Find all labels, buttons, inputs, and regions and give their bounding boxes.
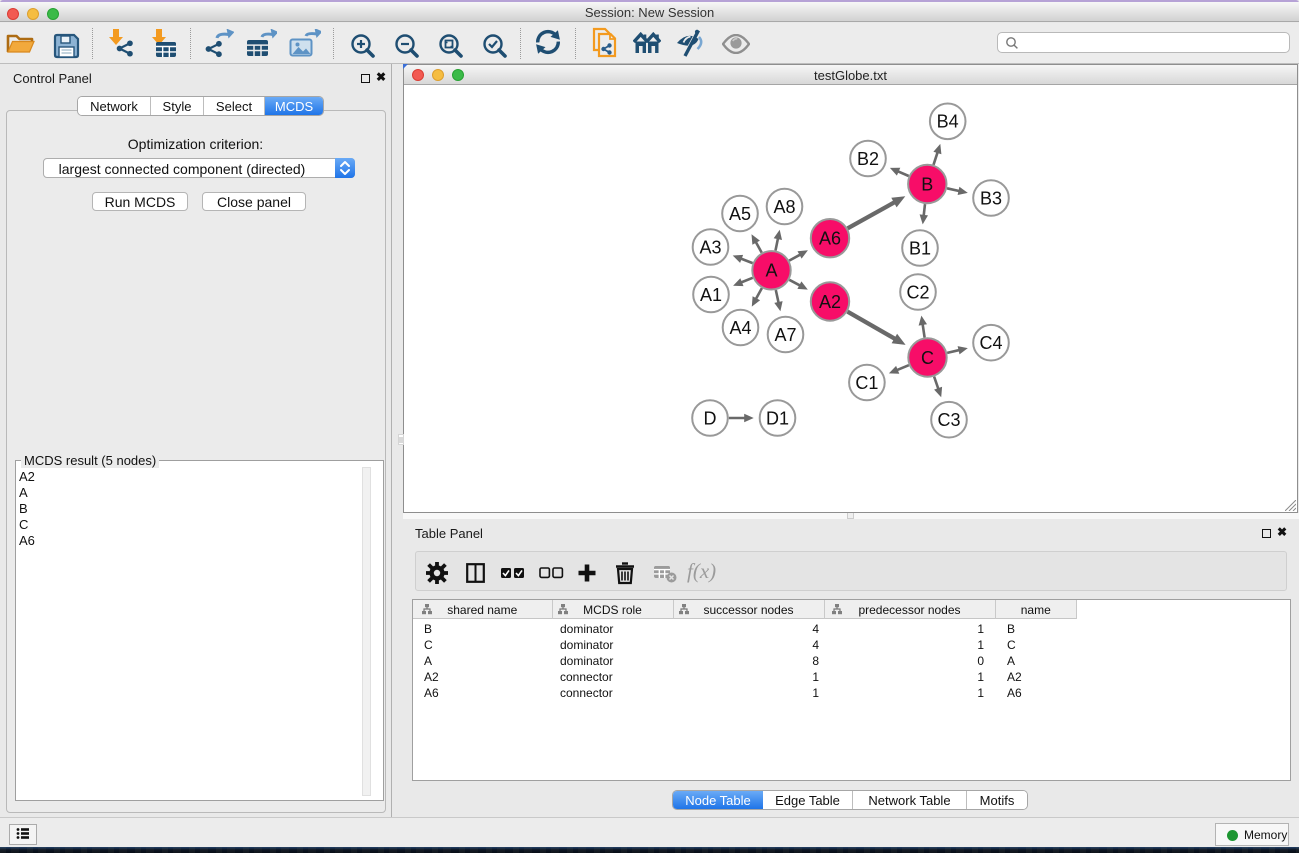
svg-text:C3: C3 bbox=[937, 410, 960, 430]
svg-text:A7: A7 bbox=[774, 325, 796, 345]
svg-text:B3: B3 bbox=[980, 188, 1002, 208]
svg-text:C: C bbox=[921, 348, 934, 368]
svg-text:A8: A8 bbox=[773, 197, 795, 217]
svg-text:B4: B4 bbox=[937, 112, 959, 132]
svg-text:C2: C2 bbox=[906, 282, 929, 302]
svg-text:B: B bbox=[921, 174, 933, 194]
svg-text:A1: A1 bbox=[700, 285, 722, 305]
svg-text:A4: A4 bbox=[729, 318, 751, 338]
svg-text:A: A bbox=[765, 261, 777, 281]
svg-text:B1: B1 bbox=[909, 238, 931, 258]
svg-text:C4: C4 bbox=[979, 333, 1002, 353]
svg-text:D: D bbox=[704, 408, 717, 428]
svg-text:A6: A6 bbox=[819, 229, 841, 249]
svg-text:A2: A2 bbox=[819, 292, 841, 312]
svg-text:A5: A5 bbox=[729, 204, 751, 224]
svg-text:B2: B2 bbox=[857, 149, 879, 169]
svg-text:C1: C1 bbox=[855, 373, 878, 393]
svg-text:A3: A3 bbox=[699, 237, 721, 257]
svg-text:D1: D1 bbox=[766, 408, 789, 428]
